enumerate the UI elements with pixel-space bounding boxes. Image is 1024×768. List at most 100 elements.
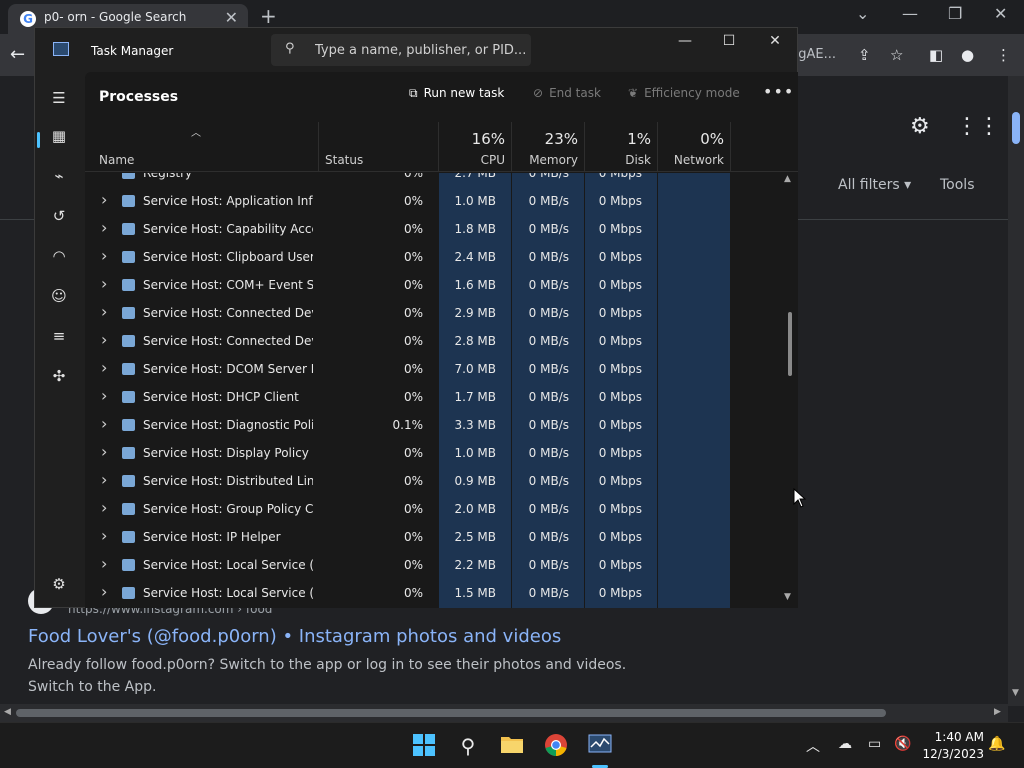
file-explorer-icon[interactable]	[499, 733, 525, 759]
table-row[interactable]: › Service Host: IP Helper 0% 2.5 MB 0 MB/s 0 …	[85, 523, 781, 551]
search-taskbar-icon[interactable]: ⚲	[455, 733, 481, 759]
chevron-right-icon[interactable]: ›	[101, 470, 107, 489]
chevron-right-icon[interactable]: ›	[101, 414, 107, 433]
process-cpu-value: 0%	[403, 586, 423, 600]
hamburger-menu-icon[interactable]: ☰	[47, 86, 71, 110]
browser-minimize-icon[interactable]: —	[902, 4, 918, 23]
table-row[interactable]: › Service Host: DHCP Client 0% 1.7 MB 0 MB/s…	[85, 383, 781, 411]
table-row[interactable]: › Service Host: Connected Devi... 0% 2.8 MB…	[85, 327, 781, 355]
chevron-right-icon[interactable]: ›	[101, 246, 107, 265]
end-task-button[interactable]: ⊘ End task	[533, 86, 601, 100]
nav-services-icon[interactable]: ✣	[47, 364, 71, 388]
back-arrow-icon[interactable]: ←	[10, 44, 25, 65]
search-input[interactable]	[315, 34, 525, 66]
side-panel-icon[interactable]: ◧	[929, 46, 943, 64]
col-header-network[interactable]: 0% Network	[658, 122, 731, 172]
chevron-right-icon[interactable]: ›	[101, 498, 107, 517]
page-vertical-scrollbar[interactable]: ▼	[1008, 76, 1024, 706]
hscroll-right-icon[interactable]: ▶	[994, 707, 1001, 717]
table-row[interactable]: › Service Host: Connected Devi... 0% 2.9 MB…	[85, 299, 781, 327]
col-header-cpu[interactable]: 16% CPU	[439, 122, 512, 172]
chevron-right-icon[interactable]: ›	[101, 526, 107, 545]
browser-restore-icon[interactable]: ❐	[948, 4, 962, 23]
scroll-down-icon[interactable]: ▼	[784, 592, 791, 602]
process-name: Service Host: Group Policy Cli...	[143, 502, 313, 516]
table-row[interactable]: › Service Host: COM+ Event Sys... 0% 1.6 MB…	[85, 271, 781, 299]
chevron-right-icon[interactable]: ›	[101, 386, 107, 405]
chevron-right-icon[interactable]: ›	[101, 302, 107, 321]
table-row[interactable]: › Service Host: Local Service (N... 0% 2.2 …	[85, 551, 781, 579]
nav-performance-icon[interactable]: ⌁	[47, 164, 71, 188]
tab-search-icon[interactable]: ⌄	[856, 4, 869, 23]
page-horizontal-scrollbar[interactable]: ◀ ▶	[0, 704, 1008, 722]
result-title-link[interactable]: Food Lover's (@food.p0orn) • Instagram p…	[28, 626, 561, 647]
volume-muted-icon[interactable]: 🔇	[894, 736, 911, 752]
bookmark-star-icon[interactable]: ☆	[890, 46, 903, 64]
chevron-right-icon[interactable]: ›	[101, 442, 107, 461]
end-task-label: End task	[549, 86, 601, 100]
network-icon[interactable]: ▭	[868, 736, 881, 752]
table-row[interactable]: › Service Host: Distributed Link ... 0% 0.9…	[85, 467, 781, 495]
nav-app-history-icon[interactable]: ↺	[47, 204, 71, 228]
chevron-right-icon[interactable]: ›	[101, 218, 107, 237]
maximize-icon[interactable]: ☐	[709, 33, 749, 49]
page-scroll-down-icon[interactable]: ▼	[1012, 688, 1019, 698]
table-row[interactable]: › Service Host: Clipboard User S... 0% 2.4 …	[85, 243, 781, 271]
table-row[interactable]: › Service Host: Group Policy Cli... 0% 2.0 …	[85, 495, 781, 523]
table-row[interactable]: › Service Host: DCOM Server Pr... 0% 7.0 MB…	[85, 355, 781, 383]
settings-gear-icon[interactable]: ⚙	[910, 114, 930, 139]
tray-overflow-icon[interactable]: ︿	[806, 736, 820, 756]
table-row[interactable]: › Service Host: Local Service (N... 0% 1.5 …	[85, 579, 781, 607]
hscroll-left-icon[interactable]: ◀	[4, 707, 11, 717]
all-filters-button[interactable]: All filters ▾	[838, 177, 911, 193]
chevron-right-icon[interactable]: ›	[101, 274, 107, 293]
hscroll-thumb[interactable]	[16, 709, 886, 717]
chevron-right-icon[interactable]: ›	[101, 582, 107, 601]
chevron-right-icon[interactable]: ›	[101, 554, 107, 573]
process-memory-value: 0.9 MB	[454, 474, 496, 488]
close-icon[interactable]: ✕	[755, 33, 795, 49]
task-manager-taskbar-icon[interactable]	[587, 733, 613, 759]
windows-start-icon[interactable]	[411, 733, 437, 759]
process-cpu-value: 0%	[403, 250, 423, 264]
nav-users-icon[interactable]: ☺	[47, 284, 71, 308]
table-row[interactable]: › Service Host: Display Policy Se... 0% 1.0…	[85, 439, 781, 467]
nav-processes-icon[interactable]: ▦	[47, 124, 71, 148]
table-row[interactable]: Registry 0% 2.7 MB 0 MB/s 0 Mbps	[85, 173, 781, 187]
nav-details-icon[interactable]: ≡	[47, 324, 71, 348]
browser-close-icon[interactable]: ✕	[994, 4, 1007, 23]
profile-icon[interactable]: ●	[961, 46, 974, 64]
chevron-right-icon[interactable]: ›	[101, 358, 107, 377]
col-header-disk[interactable]: 1% Disk	[585, 122, 658, 172]
scroll-up-icon[interactable]: ▲	[784, 174, 791, 184]
new-tab-button[interactable]: +	[260, 4, 277, 28]
minimize-icon[interactable]: —	[665, 33, 705, 49]
chevron-right-icon[interactable]: ›	[101, 330, 107, 349]
google-apps-icon[interactable]: ⋮⋮	[956, 114, 1000, 139]
efficiency-mode-button[interactable]: ❦ Efficiency mode	[628, 86, 740, 100]
chrome-menu-icon[interactable]: ⋮	[996, 46, 1011, 64]
col-header-status[interactable]: Status	[319, 122, 439, 172]
process-list-scrollbar[interactable]: ▲ ▼	[782, 172, 796, 608]
onedrive-icon[interactable]: ☁	[838, 736, 852, 752]
more-options-icon[interactable]: •••	[763, 82, 794, 101]
run-new-task-button[interactable]: ⧉ Run new task	[409, 86, 504, 101]
notification-bell-icon[interactable]: 🔔	[988, 736, 1005, 752]
table-row[interactable]: › Service Host: Diagnostic Polic... 0.1% 3.…	[85, 411, 781, 439]
chrome-icon[interactable]	[543, 733, 569, 759]
nav-startup-apps-icon[interactable]: ◠	[47, 244, 71, 268]
col-header-memory[interactable]: 23% Memory	[512, 122, 585, 172]
table-row[interactable]: › Service Host: Capability Acces... 0% 1.8 …	[85, 215, 781, 243]
tab-close-icon[interactable]: ✕	[225, 8, 238, 27]
table-row[interactable]: › Service Host: Application Infor... 0% 1.0…	[85, 187, 781, 215]
scroll-thumb[interactable]	[788, 312, 792, 376]
search-box[interactable]: ⚲	[271, 34, 531, 66]
col-header-name[interactable]: ︿ Name	[85, 122, 319, 172]
clock-date[interactable]: 12/3/2023	[916, 747, 984, 761]
page-scroll-thumb[interactable]	[1012, 112, 1020, 144]
tools-button[interactable]: Tools	[940, 177, 975, 193]
share-icon[interactable]: ⇪	[858, 46, 871, 64]
clock-time[interactable]: 1:40 AM	[926, 730, 984, 744]
chevron-right-icon[interactable]: ›	[101, 190, 107, 209]
nav-settings-icon[interactable]: ⚙	[47, 572, 71, 596]
